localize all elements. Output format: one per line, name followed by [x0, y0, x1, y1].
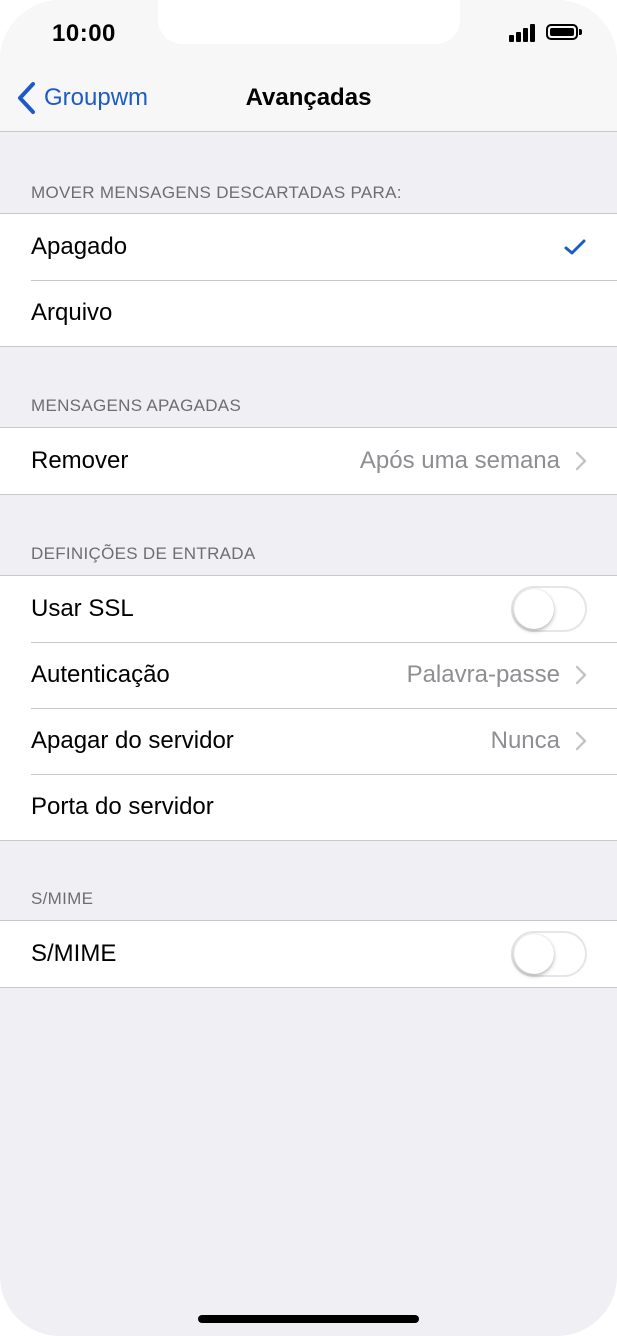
remove-row[interactable]: Remover Após uma semana	[0, 428, 617, 494]
option-apagado[interactable]: Apagado	[0, 214, 617, 280]
chevron-right-icon	[575, 451, 587, 471]
option-label: Arquivo	[31, 299, 113, 326]
checkmark-icon	[564, 239, 586, 255]
toggle-knob	[514, 934, 554, 974]
group-incoming: Usar SSL Autenticação Palavra-passe Apag…	[0, 575, 617, 841]
use-ssl-row: Usar SSL	[0, 576, 617, 642]
option-label: Apagado	[31, 233, 128, 260]
chevron-right-icon	[575, 731, 587, 751]
group-smime: S/MIME	[0, 920, 617, 988]
notch	[158, 0, 460, 44]
battery-icon	[546, 24, 578, 40]
delete-from-server-row[interactable]: Apagar do servidor Nunca	[0, 708, 617, 774]
authentication-value: Palavra-passe	[406, 661, 560, 688]
delete-from-server-label: Apagar do servidor	[31, 727, 234, 754]
status-time: 10:00	[52, 20, 116, 47]
option-arquivo[interactable]: Arquivo	[0, 280, 617, 346]
chevron-right-icon	[575, 665, 587, 685]
use-ssl-label: Usar SSL	[31, 595, 134, 622]
smime-label: S/MIME	[31, 940, 117, 967]
home-indicator[interactable]	[198, 1315, 419, 1323]
status-bar: 10:00	[0, 0, 617, 64]
signal-icon	[509, 24, 537, 42]
authentication-label: Autenticação	[31, 661, 170, 688]
remove-value: Após uma semana	[359, 447, 560, 474]
page-title: Avançadas	[245, 84, 372, 111]
remove-label: Remover	[31, 447, 129, 474]
server-port-row[interactable]: Porta do servidor	[0, 774, 617, 840]
phone-screen: 10:00 Groupwm Avançadas MOVER MENSAGENS …	[0, 0, 617, 1336]
smime-row: S/MIME	[0, 921, 617, 987]
smime-toggle[interactable]	[511, 931, 587, 977]
group-deleted: Remover Após uma semana	[0, 427, 617, 495]
section-header-incoming: DEFINIÇÕES DE ENTRADA	[31, 544, 256, 563]
authentication-row[interactable]: Autenticação Palavra-passe	[0, 642, 617, 708]
toggle-knob	[514, 589, 554, 629]
section-header-smime: S/MIME	[31, 889, 94, 908]
group-discarded: Apagado Arquivo	[0, 213, 617, 347]
server-port-label: Porta do servidor	[31, 793, 214, 820]
delete-from-server-value: Nunca	[490, 727, 560, 754]
navigation-bar: Groupwm Avançadas	[0, 64, 617, 132]
battery-tip	[579, 29, 582, 35]
section-header-discarded: MOVER MENSAGENS DESCARTADAS PARA:	[31, 183, 402, 202]
use-ssl-toggle[interactable]	[511, 586, 587, 632]
section-header-deleted: MENSAGENS APAGADAS	[31, 396, 242, 415]
